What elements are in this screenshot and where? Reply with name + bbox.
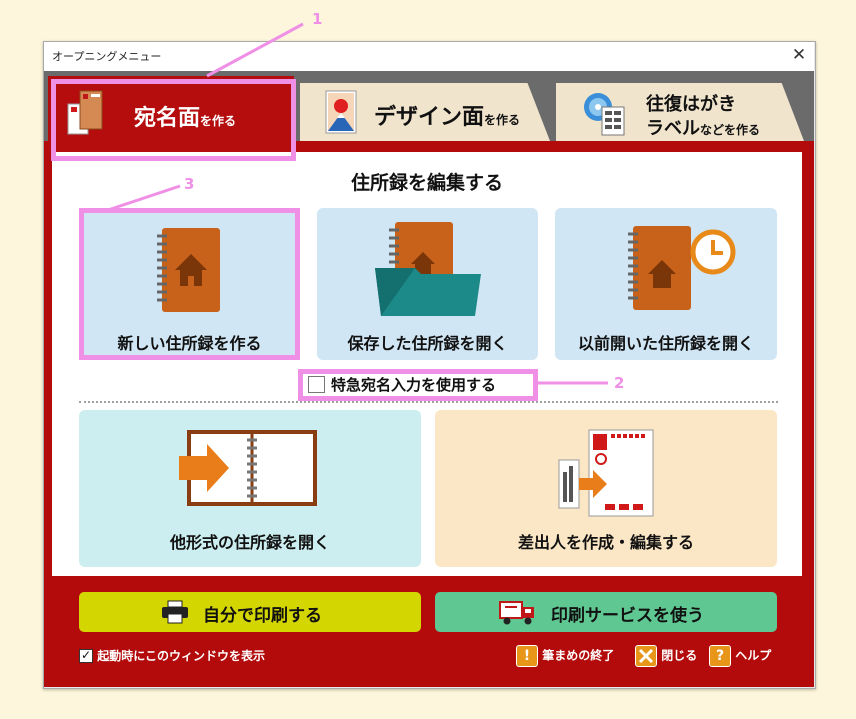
annotation-lines [107,22,608,385]
annotation-number-3: 3 [184,175,195,193]
annotation-number-2: 2 [614,374,625,392]
annotation-number-1: 1 [312,10,323,28]
